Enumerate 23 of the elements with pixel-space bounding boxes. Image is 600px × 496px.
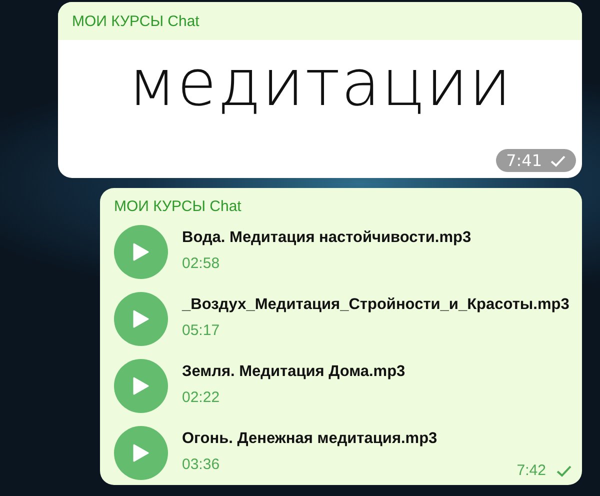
message-text: медитации [128, 46, 512, 120]
play-button[interactable] [114, 426, 168, 480]
play-icon [133, 243, 149, 261]
check-icon [550, 154, 566, 166]
file-name: Вода. Медитация настойчивости.mp3 [182, 229, 472, 247]
message-time: 7:41 [506, 151, 542, 170]
play-icon [133, 444, 149, 462]
play-button[interactable] [114, 292, 168, 346]
audio-duration: 05:17 [182, 322, 221, 339]
file-name: Огонь. Денежная медитация.mp3 [182, 430, 438, 448]
play-button[interactable] [114, 225, 168, 279]
check-icon [556, 464, 572, 476]
play-icon [133, 377, 149, 395]
audio-duration: 03:36 [182, 456, 221, 473]
audio-duration: 02:22 [182, 389, 221, 406]
play-button[interactable] [114, 359, 168, 413]
file-name: Земля. Медитация Дома.mp3 [182, 363, 406, 381]
sender-name[interactable]: МОИ КУРСЫ Chat [114, 198, 572, 215]
message-time: 7:42 [516, 462, 546, 479]
file-name: _Воздух_Медитация_Стройности_и_Красоты.mp3 [182, 296, 570, 314]
play-icon [133, 310, 149, 328]
sender-name[interactable]: МОИ КУРСЫ Chat [72, 12, 200, 30]
audio-duration: 02:58 [182, 255, 221, 272]
